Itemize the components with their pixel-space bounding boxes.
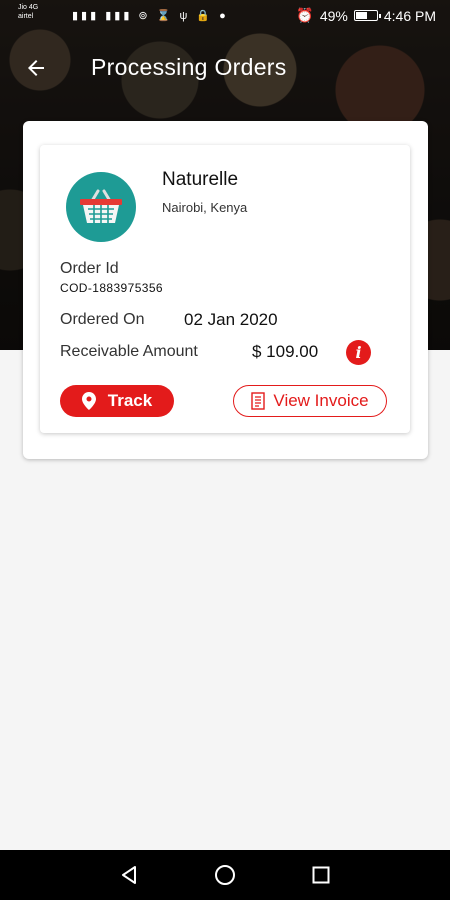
alarm-icon: ⏰: [296, 7, 314, 23]
order-card[interactable]: Naturelle Nairobi, Kenya Order Id COD-18…: [40, 145, 410, 433]
store-location: Nairobi, Kenya: [162, 200, 248, 215]
info-icon[interactable]: i: [346, 340, 371, 365]
receivable-amount-value: $ 109.00: [252, 342, 319, 361]
order-id-value: COD-1883975356: [60, 281, 164, 295]
invoice-icon: [251, 392, 266, 410]
page-title: Processing Orders: [91, 54, 287, 80]
ordered-on-value: 02 Jan 2020: [184, 310, 278, 329]
square-recents-icon: [312, 866, 330, 884]
nav-recents-button[interactable]: [309, 863, 333, 887]
battery-icon: [353, 10, 381, 21]
view-invoice-button[interactable]: View Invoice: [233, 385, 387, 417]
shopping-basket-icon: [80, 189, 122, 223]
nav-back-button[interactable]: [117, 863, 141, 887]
store-logo: [66, 172, 136, 242]
clock: 4:46 PM: [383, 7, 436, 24]
battery-percent: 49%: [319, 7, 348, 24]
status-bar: Jio 4G airtel ▮▮▮ ▮▮▮ ⊚ ⌛ ψ 🔒 ● ⏰ 49% 4:…: [0, 0, 450, 32]
store-name: Naturelle: [162, 169, 239, 190]
system-nav-bar: [0, 850, 450, 900]
track-button[interactable]: Track: [60, 385, 174, 417]
arrow-left-icon: [28, 60, 44, 76]
app-bar: Processing Orders: [0, 40, 450, 96]
back-button[interactable]: [16, 48, 56, 88]
carrier-secondary: airtel: [18, 13, 34, 20]
view-invoice-label: View Invoice: [273, 391, 369, 410]
triangle-back-icon: [122, 866, 136, 884]
location-pin-icon: [81, 392, 96, 410]
order-list-container: Naturelle Nairobi, Kenya Order Id COD-18…: [23, 121, 428, 459]
status-icons: ▮▮▮ ▮▮▮ ⊚ ⌛ ψ 🔒 ●: [72, 10, 229, 22]
carrier-primary: Jio 4G: [18, 4, 39, 11]
status-right: ⏰ 49% 4:46 PM: [296, 7, 436, 24]
receivable-amount-label: Receivable Amount: [60, 343, 198, 360]
circle-home-icon: [215, 865, 235, 885]
carrier-info: Jio 4G airtel: [18, 3, 38, 21]
order-id-label: Order Id: [60, 260, 119, 277]
nav-home-button[interactable]: [213, 863, 237, 887]
ordered-on-label: Ordered On: [60, 311, 145, 328]
track-button-label: Track: [107, 391, 153, 410]
